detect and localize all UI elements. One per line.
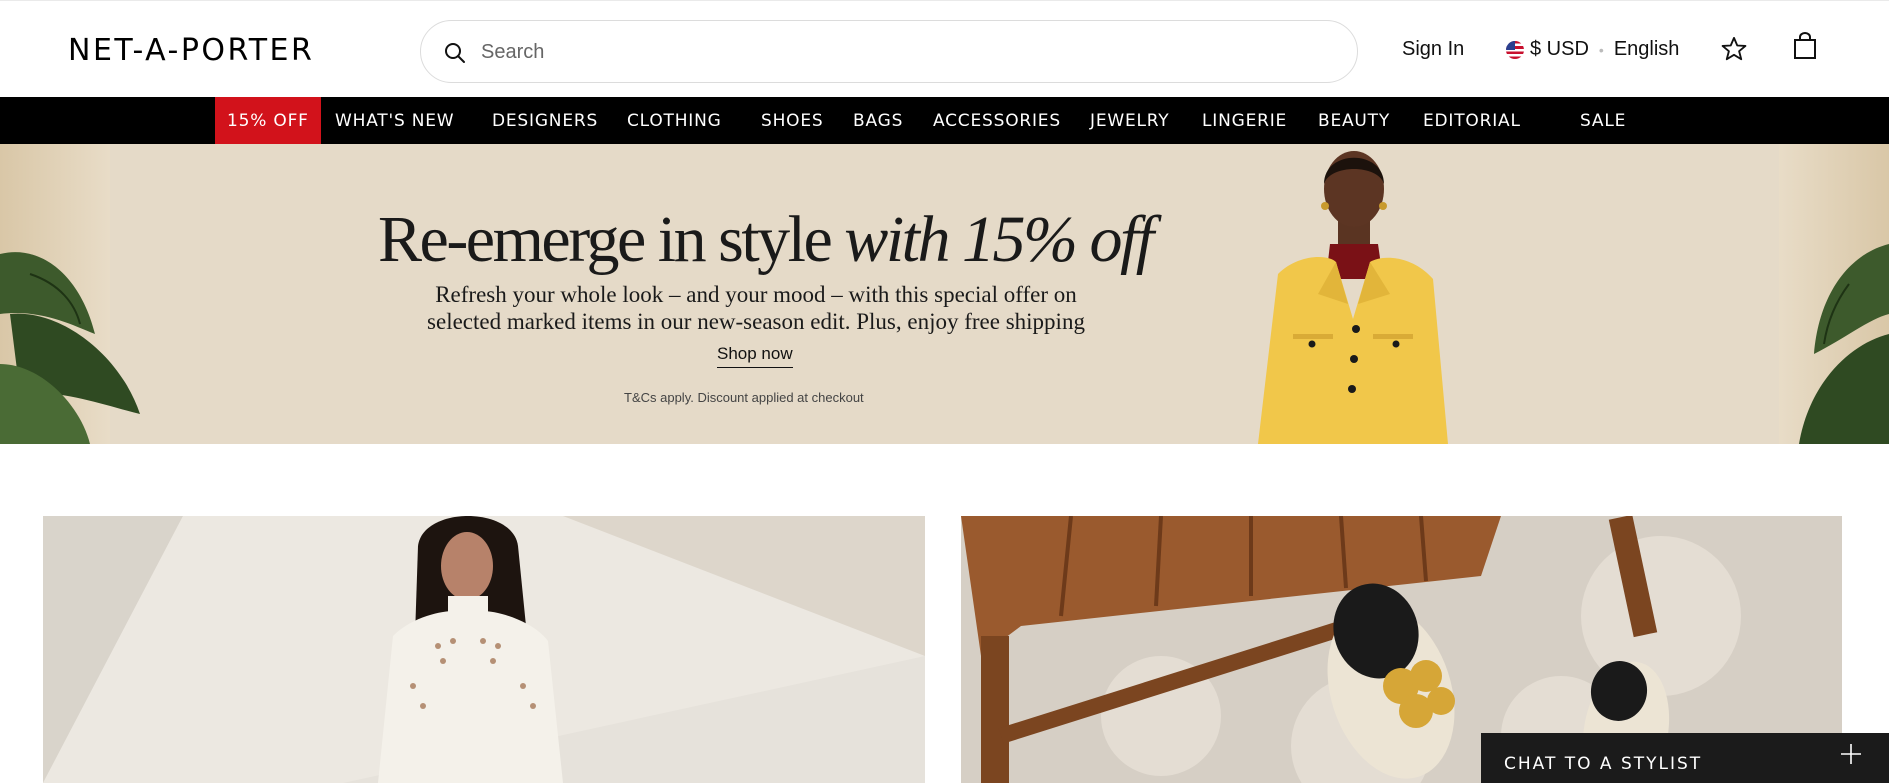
tile-image-model bbox=[43, 516, 925, 783]
flag-us-icon bbox=[1506, 40, 1524, 59]
terms-text: T&Cs apply. Discount applied at checkout bbox=[624, 390, 864, 405]
hero-title-italic: with 15% off bbox=[844, 203, 1154, 276]
main-navigation: 15% OFF WHAT'S NEW DESIGNERS CLOTHING SH… bbox=[0, 97, 1889, 144]
hero-title: Re-emerge in style with 15% off bbox=[378, 202, 1154, 278]
nav-item-beauty[interactable]: BEAUTY bbox=[1318, 97, 1390, 144]
search-icon bbox=[445, 43, 465, 63]
nav-item-shoes[interactable]: SHOES bbox=[761, 97, 824, 144]
nav-item-whats-new[interactable]: WHAT'S NEW bbox=[335, 97, 454, 144]
chat-label: CHAT TO A STYLIST bbox=[1504, 754, 1703, 774]
chat-to-stylist-button[interactable]: CHAT TO A STYLIST bbox=[1481, 733, 1889, 783]
nav-item-15-off[interactable]: 15% OFF bbox=[215, 97, 321, 144]
nav-item-sale[interactable]: SALE bbox=[1580, 97, 1626, 144]
site-logo[interactable]: NET-A-PORTER bbox=[68, 33, 314, 68]
site-header: NET-A-PORTER Sign In $ USD • English bbox=[0, 0, 1889, 97]
search-input[interactable] bbox=[481, 31, 1321, 73]
nav-item-designers[interactable]: DESIGNERS bbox=[492, 97, 598, 144]
promo-tile-clothing[interactable] bbox=[43, 516, 925, 783]
nav-item-jewelry[interactable]: JEWELRY bbox=[1090, 97, 1170, 144]
nav-item-editorial[interactable]: EDITORIAL bbox=[1423, 97, 1521, 144]
hero-subtitle: Refresh your whole look – and your mood … bbox=[396, 281, 1116, 335]
model-image bbox=[1258, 151, 1448, 444]
nav-item-lingerie[interactable]: LINGERIE bbox=[1202, 97, 1287, 144]
search-bar[interactable] bbox=[420, 20, 1358, 83]
nav-item-bags[interactable]: BAGS bbox=[853, 97, 903, 144]
shop-now-link[interactable]: Shop now bbox=[717, 344, 793, 368]
hero-subtitle-line: Refresh your whole look – and your mood … bbox=[435, 282, 1077, 307]
star-icon[interactable] bbox=[1720, 35, 1748, 63]
nav-item-accessories[interactable]: ACCESSORIES bbox=[933, 97, 1061, 144]
plant-image-left bbox=[0, 252, 140, 444]
locale-selector[interactable]: $ USD • English bbox=[1506, 38, 1679, 61]
nav-item-clothing[interactable]: CLOTHING bbox=[627, 97, 722, 144]
hero-banner[interactable]: Re-emerge in style with 15% off Refresh … bbox=[0, 144, 1889, 444]
language-label: English bbox=[1613, 38, 1680, 60]
shopping-bag-icon[interactable] bbox=[1792, 31, 1818, 61]
hero-subtitle-line: selected marked items in our new-season … bbox=[427, 309, 1085, 334]
plus-icon bbox=[1841, 744, 1861, 764]
hero-title-plain: Re-emerge in style bbox=[378, 203, 845, 276]
currency-label: $ USD bbox=[1530, 38, 1589, 60]
separator-dot: • bbox=[1598, 41, 1604, 58]
plant-image-right bbox=[1799, 244, 1889, 444]
sign-in-link[interactable]: Sign In bbox=[1402, 38, 1464, 61]
